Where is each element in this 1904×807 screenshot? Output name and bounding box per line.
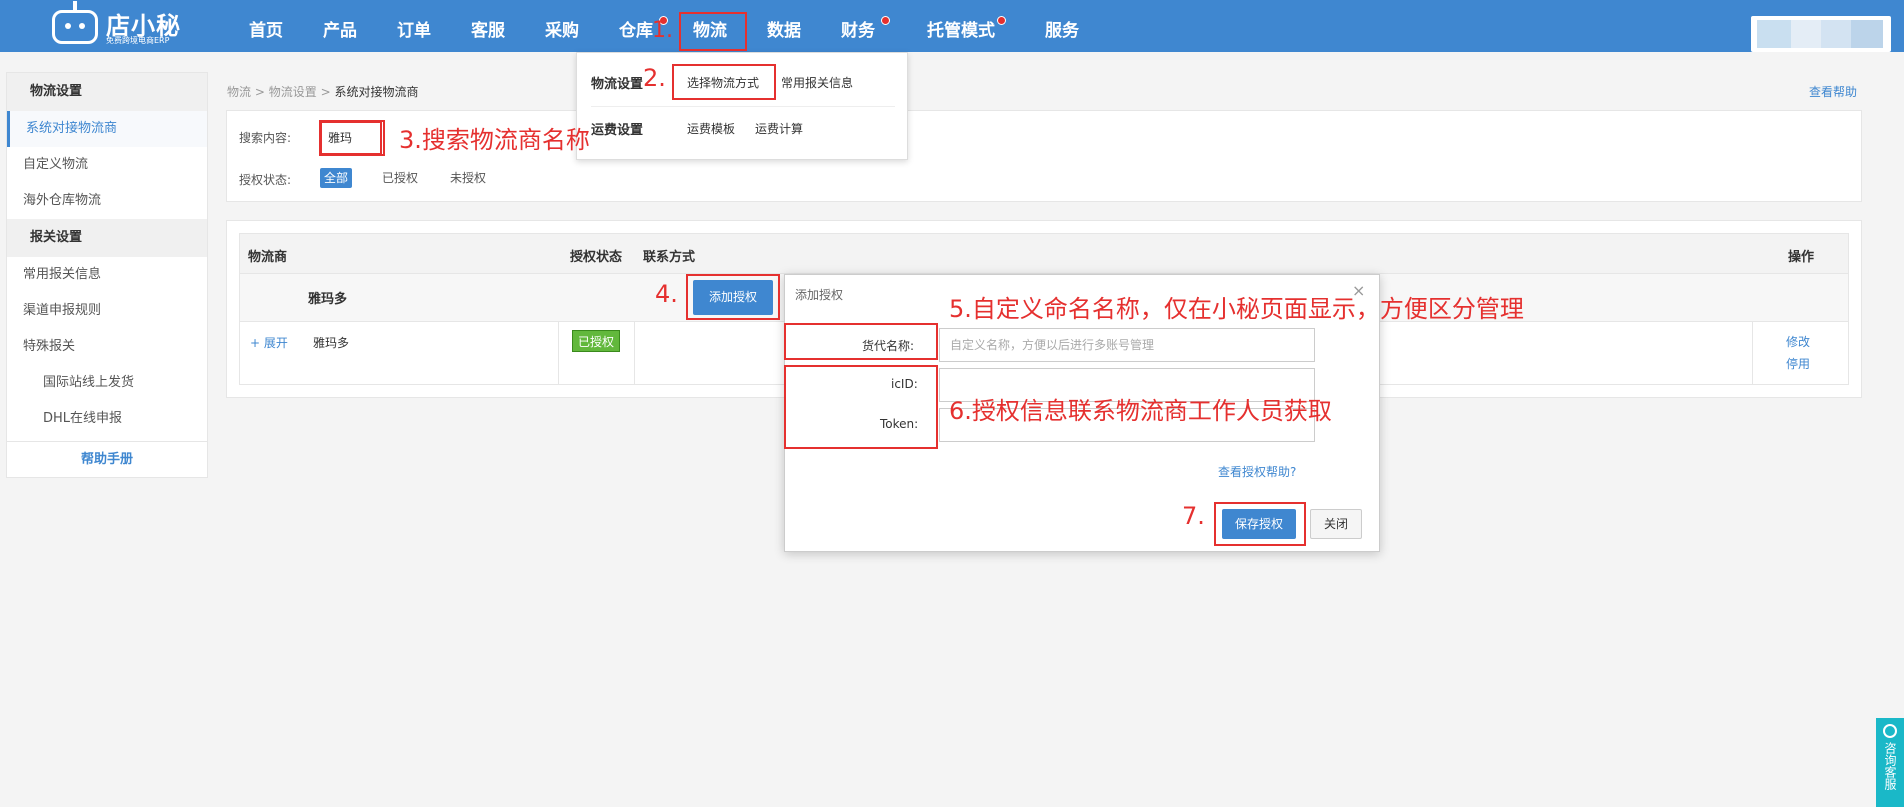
sidebar-item-system-carriers[interactable]: 系统对接物流商 — [7, 111, 207, 147]
expand-link[interactable]: + 展开 — [250, 334, 288, 351]
column-divider — [558, 322, 559, 384]
group-carrier-name: 雅玛多 — [308, 292, 348, 307]
dropdown-divider — [591, 106, 895, 107]
top-navbar: 店小秘 免费跨境电商ERP 首页 产品 订单 客服 采购 仓库 物流 数据 财务… — [0, 0, 1904, 52]
robot-logo-icon — [52, 1, 98, 44]
nav-data[interactable]: 数据 — [767, 0, 801, 52]
header-actions: 操作 — [1788, 250, 1815, 265]
brand-subtitle: 免费跨境电商ERP — [106, 36, 170, 45]
account-block — [1821, 20, 1851, 48]
nav-finance[interactable]: 财务 — [841, 0, 890, 52]
account-block — [1791, 20, 1821, 48]
edit-link[interactable]: 修改 — [1786, 333, 1810, 350]
menu-item-fee-template[interactable]: 运费模板 — [687, 120, 735, 137]
notification-dot-icon — [997, 16, 1006, 25]
breadcrumb-settings[interactable]: 物流设置 — [269, 85, 317, 99]
sidebar-help-manual[interactable]: 帮助手册 — [7, 441, 207, 477]
breadcrumb-separator: > — [320, 85, 331, 99]
view-help-link[interactable]: 查看帮助 — [1809, 83, 1857, 100]
nav-customer-service[interactable]: 客服 — [471, 0, 505, 52]
account-block — [1851, 20, 1883, 48]
column-divider — [1752, 322, 1753, 384]
close-button[interactable]: 关闭 — [1310, 509, 1362, 539]
nav-orders[interactable]: 订单 — [397, 0, 431, 52]
add-auth-button[interactable]: 添加授权 — [693, 280, 773, 315]
sidebar-item-dhl-declare[interactable]: DHL在线申报 — [7, 401, 207, 437]
disable-link[interactable]: 停用 — [1786, 355, 1810, 372]
nav-finance-label: 财务 — [841, 21, 875, 41]
annotation-step-7: 7. — [1182, 502, 1205, 530]
headset-icon — [1883, 724, 1897, 738]
notification-dot-icon — [881, 16, 890, 25]
nav-purchasing[interactable]: 采购 — [545, 0, 579, 52]
auth-status-label: 授权状态: — [239, 173, 292, 187]
dialog-title: 添加授权 — [795, 288, 844, 302]
nav-warehouse[interactable]: 仓库 — [619, 0, 668, 52]
header-auth-status: 授权状态 — [570, 250, 623, 265]
column-divider — [634, 322, 635, 384]
annotation-step-4: 4. — [655, 280, 678, 308]
row-carrier-name: 雅玛多 — [313, 336, 350, 350]
status-filter-authorized[interactable]: 已授权 — [378, 168, 422, 188]
nav-services[interactable]: 服务 — [1045, 0, 1079, 52]
nav-home[interactable]: 首页 — [249, 0, 283, 52]
dropdown-group-shipping-fee: 运费设置 — [591, 123, 644, 138]
sidebar-item-overseas-warehouse[interactable]: 海外仓库物流 — [7, 183, 207, 219]
annotation-step-5: 5.自定义命名名称，仅在小秘页面显示，方便区分管理 — [949, 295, 1524, 323]
brand-logo[interactable]: 店小秘 免费跨境电商ERP — [48, 1, 188, 48]
forwarder-name-label: 货代名称: — [862, 339, 915, 353]
consult-service-label: 咨询客服 — [1883, 742, 1897, 790]
sidebar-group-logistics: 物流设置 — [7, 73, 207, 111]
sidebar: 物流设置 系统对接物流商 自定义物流 海外仓库物流 报关设置 常用报关信息 渠道… — [6, 72, 208, 478]
forwarder-name-input[interactable]: 自定义名称，方便以后进行多账号管理 — [939, 328, 1315, 362]
header-carrier: 物流商 — [248, 250, 288, 265]
annotation-step-1: 1. — [652, 18, 673, 43]
menu-item-select-method[interactable]: 选择物流方式 — [687, 74, 759, 91]
annotation-step-3: 3.搜索物流商名称 — [399, 126, 590, 154]
sidebar-item-channel-rules[interactable]: 渠道申报规则 — [7, 293, 207, 329]
dropdown-group-logistics: 物流设置 — [591, 77, 644, 92]
status-filter-all[interactable]: 全部 — [320, 168, 353, 188]
breadcrumb-separator: > — [254, 85, 265, 99]
sidebar-item-special-customs[interactable]: 特殊报关 — [7, 329, 207, 365]
authorized-badge: 已授权 — [572, 330, 620, 352]
user-account-box[interactable] — [1751, 16, 1891, 52]
table-header: 物流商 授权状态 联系方式 操作 — [240, 234, 1848, 274]
nav-warehouse-label: 仓库 — [619, 21, 653, 41]
annotation-step-2: 2. — [643, 64, 666, 92]
nav-products[interactable]: 产品 — [323, 0, 357, 52]
sidebar-item-customs-info[interactable]: 常用报关信息 — [7, 257, 207, 293]
header-contact: 联系方式 — [643, 250, 696, 265]
sidebar-item-intl-station[interactable]: 国际站线上发货 — [7, 365, 207, 401]
nav-managed-mode[interactable]: 托管模式 — [927, 0, 1006, 52]
token-label: Token: — [880, 417, 919, 431]
sidebar-item-custom-logistics[interactable]: 自定义物流 — [7, 147, 207, 183]
sidebar-group-customs: 报关设置 — [7, 219, 207, 257]
icid-label: icID: — [891, 377, 918, 391]
auth-help-link[interactable]: 查看授权帮助? — [1218, 463, 1296, 480]
menu-item-fee-calculator[interactable]: 运费计算 — [755, 120, 803, 137]
annotation-step-6: 6.授权信息联系物流商工作人员获取 — [949, 397, 1332, 425]
nav-logistics[interactable]: 物流 — [693, 0, 727, 52]
menu-item-customs-info[interactable]: 常用报关信息 — [781, 74, 853, 91]
breadcrumb-current: 系统对接物流商 — [334, 85, 419, 99]
search-label: 搜索内容: — [239, 131, 292, 145]
breadcrumb-logistics[interactable]: 物流 — [227, 85, 251, 99]
search-input[interactable]: 雅玛 — [320, 121, 382, 155]
breadcrumb: 物流 > 物流设置 > 系统对接物流商 — [227, 83, 418, 100]
nav-managed-mode-label: 托管模式 — [927, 21, 995, 41]
logistics-dropdown-menu: 物流设置 选择物流方式 常用报关信息 运费设置 运费模板 运费计算 — [576, 52, 908, 160]
save-auth-button[interactable]: 保存授权 — [1222, 509, 1296, 539]
status-filter-unauthorized[interactable]: 未授权 — [446, 168, 490, 188]
consult-service-tab[interactable]: 咨询客服 — [1876, 718, 1904, 807]
avatar — [1757, 20, 1791, 48]
